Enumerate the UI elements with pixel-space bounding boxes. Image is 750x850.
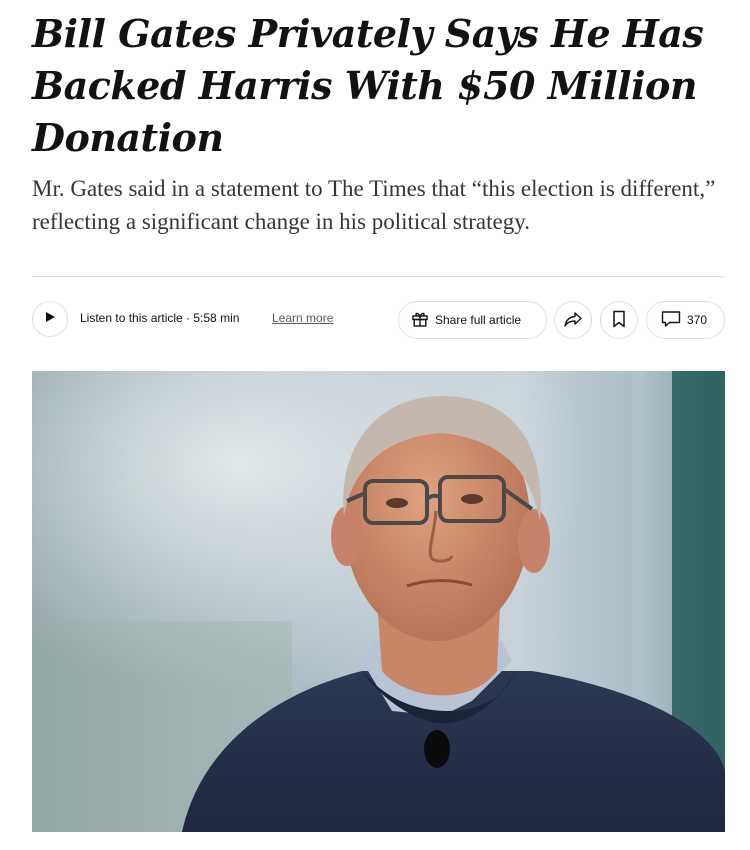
gift-icon bbox=[411, 310, 429, 331]
divider bbox=[32, 276, 725, 277]
learn-more-link[interactable]: Learn more bbox=[272, 311, 333, 325]
comment-count: 370 bbox=[687, 313, 708, 327]
save-article-button[interactable] bbox=[600, 301, 638, 339]
article-photo bbox=[32, 371, 725, 832]
listen-play-button[interactable] bbox=[32, 301, 68, 337]
article-headline: Bill Gates Privately Says He Has Backed … bbox=[32, 11, 704, 160]
listen-label: Listen to this article · 5:58 min bbox=[80, 311, 240, 325]
share-button[interactable] bbox=[554, 301, 592, 339]
play-icon bbox=[44, 310, 56, 328]
comment-icon bbox=[661, 310, 681, 331]
share-full-article-button[interactable]: Share full article bbox=[398, 301, 547, 339]
share-arrow-icon bbox=[563, 309, 583, 332]
portrait-illustration bbox=[32, 371, 725, 832]
article-summary: Mr. Gates said in a statement to The Tim… bbox=[32, 176, 716, 234]
article-toolbar: Listen to this article · 5:58 min Learn … bbox=[32, 300, 725, 342]
comments-button[interactable]: 370 bbox=[646, 301, 725, 339]
bookmark-icon bbox=[612, 310, 626, 331]
share-full-article-label: Share full article bbox=[435, 313, 522, 327]
